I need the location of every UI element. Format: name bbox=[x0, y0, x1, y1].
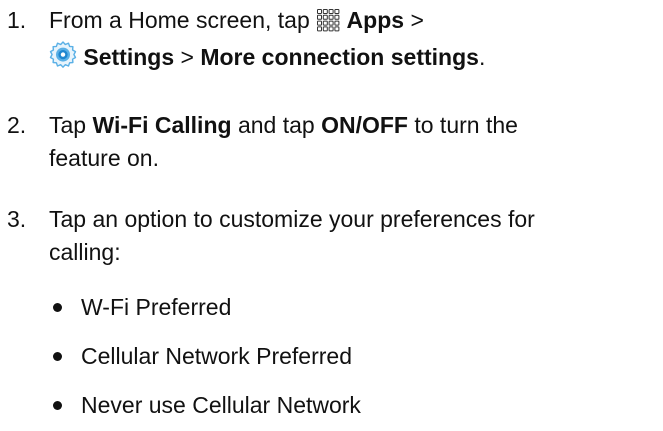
step-2-part-2: and tap bbox=[237, 112, 315, 138]
step-3-line-2: calling: bbox=[49, 239, 121, 265]
step-2-part-1: Tap bbox=[49, 112, 87, 138]
separator-2: > bbox=[180, 44, 194, 70]
wifi-calling-label: Wi-Fi Calling bbox=[92, 112, 232, 138]
on-off-label: ON/OFF bbox=[321, 112, 408, 138]
step-1-lead: From a Home screen, tap bbox=[49, 7, 310, 33]
option-label: Cellular Network Preferred bbox=[81, 343, 352, 369]
separator-1: > bbox=[410, 7, 424, 33]
settings-label: Settings bbox=[83, 44, 175, 70]
step-2-text: Tap Wi-Fi Calling and tap ON/OFF to turn… bbox=[49, 109, 659, 175]
step-2-line-2: feature on. bbox=[49, 145, 159, 171]
step-3-number: 3. bbox=[7, 206, 27, 232]
bullet-icon bbox=[53, 352, 62, 361]
step-1-end: . bbox=[478, 44, 486, 70]
step-1-text: From a Home screen, tap Apps > Settings … bbox=[49, 4, 659, 78]
settings-gear-icon bbox=[49, 41, 77, 78]
instructions-document: 1. From a Home screen, tap Apps > Settin… bbox=[0, 0, 663, 431]
step-1-number: 1. bbox=[7, 7, 27, 33]
bullet-icon bbox=[53, 303, 62, 312]
step-2-number: 2. bbox=[7, 112, 27, 138]
option-label: W-Fi Preferred bbox=[81, 294, 232, 320]
apps-label: Apps bbox=[346, 7, 405, 33]
option-label: Never use Cellular Network bbox=[81, 392, 361, 418]
step-3-text: Tap an option to customize your preferen… bbox=[49, 203, 659, 269]
more-connection-settings-label: More connection settings bbox=[200, 44, 479, 70]
step-3-line-1: Tap an option to customize your preferen… bbox=[49, 206, 535, 232]
bullet-icon bbox=[53, 401, 62, 410]
apps-grid-icon bbox=[316, 8, 340, 41]
step-2-part-3: to turn the bbox=[414, 112, 518, 138]
